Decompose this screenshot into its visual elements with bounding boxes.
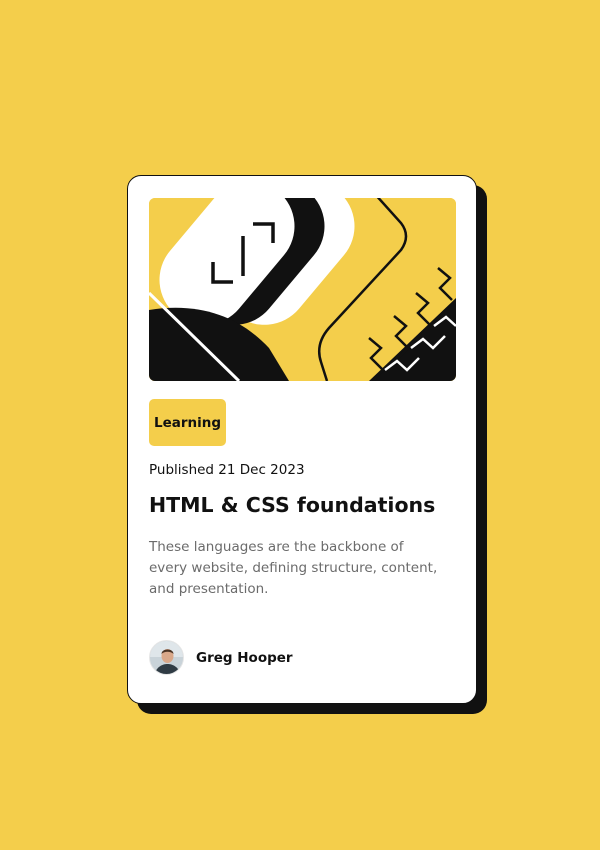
author-name[interactable]: Greg Hooper (196, 650, 293, 666)
category-tag[interactable]: Learning (149, 399, 226, 446)
hero-illustration (149, 198, 456, 381)
published-date: Published 21 Dec 2023 (149, 462, 305, 478)
author: Greg Hooper (149, 640, 293, 675)
blog-preview-card: Learning Published 21 Dec 2023 HTML & CS… (127, 175, 477, 704)
avatar (149, 640, 184, 675)
card-title[interactable]: HTML & CSS foundations (149, 493, 435, 517)
card-description: These languages are the backbone of ever… (149, 539, 438, 597)
